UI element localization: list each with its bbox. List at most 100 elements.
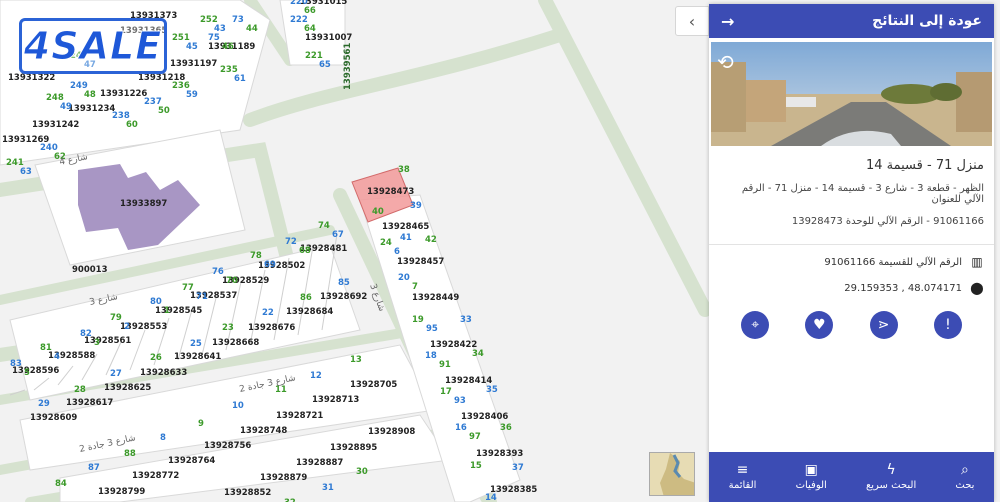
lot-label: 13928772: [132, 471, 179, 481]
parcel-number-label: 6: [394, 247, 400, 257]
lot-label: 13928633: [140, 368, 187, 378]
parcel-number-label: 26: [150, 353, 162, 363]
parcel-number-label: 81: [40, 343, 52, 353]
parcel-number-label: 85: [338, 278, 350, 288]
coordinates-row: ⬤ 29.159353 , 48.074171: [719, 281, 984, 295]
lot-label: 13928756: [204, 441, 251, 451]
nav-quick-search[interactable]: ϟ البحث سريع: [866, 463, 916, 491]
parcel-number-label: 44: [246, 24, 258, 34]
parcel-number-label: 75: [208, 33, 220, 43]
parcel-number-label: 61: [234, 74, 246, 84]
parcel-number-label: 15: [470, 461, 482, 471]
map-pin-icon: ⌖: [751, 317, 760, 333]
lot-label: 13931234: [68, 104, 115, 114]
bolt-icon: ϟ: [886, 462, 896, 478]
nav-obituaries[interactable]: ▣ الوفيات: [796, 463, 827, 491]
lot-label: 13928705: [350, 380, 397, 390]
collapse-panel-button[interactable]: ‹: [675, 6, 709, 36]
lot-label: 13928422: [430, 340, 477, 350]
lot-label: 13928748: [240, 426, 287, 436]
parcel-number-label: 73: [232, 15, 244, 25]
parcel-number-label: 93: [454, 396, 466, 406]
parcel-number-label: 91: [439, 360, 451, 370]
parcel-number-label: 97: [469, 432, 481, 442]
parcel-number-label: 10: [232, 401, 244, 411]
site-logo[interactable]: 4SALE: [19, 18, 167, 74]
parcel-number-label: 28: [74, 385, 86, 395]
parcel-number-label: 78: [250, 251, 262, 261]
parcel-number-label: 70: [226, 276, 238, 286]
parcel-number-label: 76: [212, 267, 224, 277]
parcel-number-row: ▥ الرقم الآلي للقسيمة 91061166: [719, 255, 984, 269]
back-to-results-label[interactable]: عودة إلى النتائج: [872, 13, 982, 29]
lot-label: 13928625: [104, 383, 151, 393]
parcel-number-label: 48: [84, 90, 96, 100]
share-button[interactable]: ⋖: [869, 311, 898, 339]
property-address: الظهر - قطعة 3 - شارع 3 - قسيمة 14 - منز…: [741, 183, 984, 205]
panel-header[interactable]: عودة إلى النتائج →: [709, 4, 994, 38]
parcel-number-label: 43: [214, 24, 226, 34]
parcel-number-label: 79: [110, 313, 122, 323]
parcel-number-label: 64: [304, 24, 316, 34]
favorite-button[interactable]: ♥: [805, 311, 834, 339]
parcel-number-label: 24: [380, 238, 392, 248]
lot-label: 13928879: [260, 473, 307, 483]
parcel-number-label: 68: [299, 246, 311, 256]
minimap-thumbnail[interactable]: [649, 452, 695, 496]
lot-label: 13928713: [312, 395, 359, 405]
lot-label: 13928609: [30, 413, 77, 423]
parcel-number-label: 34: [472, 349, 484, 359]
lot-label: 13928545: [155, 306, 202, 316]
heart-icon: ♥: [813, 317, 826, 333]
lot-label: 13928908: [368, 427, 415, 437]
lot-label: 13928676: [248, 323, 295, 333]
parcel-number-label: 59: [186, 90, 198, 100]
coordinates[interactable]: 29.159353 , 48.074171: [844, 283, 962, 294]
lot-label: 13928406: [461, 412, 508, 422]
lot-label: 13928895: [330, 443, 377, 453]
parcel-number-label: 25: [190, 339, 202, 349]
lot-label: 13928721: [276, 411, 323, 421]
arrow-right-icon[interactable]: →: [721, 12, 734, 31]
unit-number: 91061166 - الرقم الآلي للوحدة 13928473: [791, 216, 984, 227]
report-icon: !: [945, 317, 951, 333]
parcel-number-label: 72: [285, 237, 297, 247]
parcel-number-label: 20: [398, 273, 410, 283]
parcel-number-label: 12: [310, 371, 322, 381]
street-view-photo[interactable]: ⟲: [711, 42, 992, 146]
property-info: منزل 71 - قسيمة 14 الظهر - قطعة 3 - شارع…: [709, 146, 994, 245]
parcel-number-label: 67: [332, 230, 344, 240]
parcel-number-label: 82: [80, 329, 92, 339]
lot-label: 13931322: [8, 73, 55, 83]
parcel-number-label: 77: [182, 283, 194, 293]
parcel-number-label: 39: [410, 201, 422, 211]
details-panel: عودة إلى النتائج → ⟲ منزل 71 - قسيمة 14 …: [709, 4, 994, 502]
parcel-number-label: 42: [425, 235, 437, 245]
parcel-number-label: 66: [304, 6, 316, 16]
badge-icon: ▣: [804, 462, 818, 478]
nav-menu[interactable]: ≡ القائمة: [729, 463, 757, 491]
location-pin-icon: ⬤: [970, 281, 984, 295]
parcel-number-label: 23: [222, 323, 234, 333]
locate-button[interactable]: ⌖: [741, 311, 770, 339]
parcel-number-label: 17: [440, 387, 452, 397]
parcel-number-label: 41: [400, 233, 412, 243]
parcel-number-label: 86: [300, 293, 312, 303]
bottom-navigation: ⌕ بحث ϟ البحث سريع ▣ الوفيات ≡ القائمة: [709, 452, 994, 502]
parcel-number-label: 37: [512, 463, 524, 473]
parcel-number-label: 29: [38, 399, 50, 409]
lot-label: 13928692: [320, 292, 367, 302]
lot-label: 13928617: [66, 398, 113, 408]
parcel-number-label: 3: [94, 338, 100, 348]
parcel-number-label: 45: [186, 42, 198, 52]
rotate-360-icon[interactable]: ⟲: [717, 50, 743, 74]
parcel-number-label: 88: [124, 449, 136, 459]
parcel-number-label: 38: [398, 165, 410, 175]
report-button[interactable]: !: [933, 311, 962, 339]
parcel-number-label: 16: [455, 423, 467, 433]
nav-search[interactable]: ⌕ بحث: [955, 463, 974, 491]
lot-label: 13928684: [286, 307, 333, 317]
parcel-number-label: 22: [262, 308, 274, 318]
share-icon: ⋖: [877, 317, 890, 333]
lot-label: 13928852: [224, 488, 271, 498]
